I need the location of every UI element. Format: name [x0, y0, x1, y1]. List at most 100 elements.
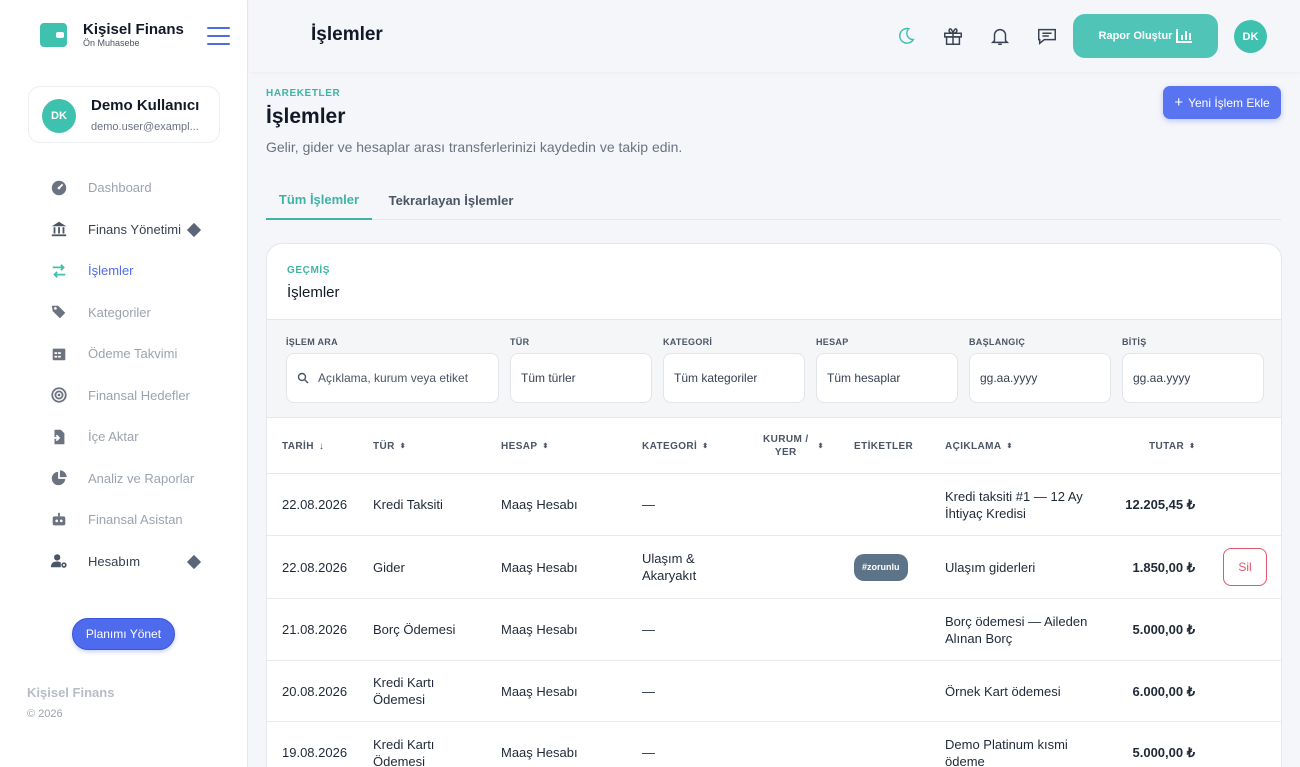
- moon-icon[interactable]: [894, 24, 918, 48]
- sidebar-item-goals[interactable]: Finansal Hedefler: [0, 375, 248, 417]
- bell-icon[interactable]: [988, 24, 1012, 48]
- sidebar-item-account[interactable]: Hesabım: [0, 541, 248, 583]
- avatar[interactable]: DK: [1234, 20, 1267, 53]
- sidebar-item-analytics[interactable]: Analiz ve Raporlar: [0, 458, 248, 500]
- brand[interactable]: Kişisel Finans Ön Muhasebe: [40, 22, 184, 48]
- column-amount[interactable]: TUTAR ⬍: [1149, 418, 1195, 474]
- cell-type: Kredi Taksiti: [373, 497, 443, 512]
- sort-icon: ⬍: [1006, 443, 1013, 450]
- cell-category: Ulaşım & Akaryakıt: [642, 551, 697, 583]
- sidebar-item-payment-calendar[interactable]: Ödeme Takvimi: [0, 333, 248, 375]
- cell-category: —: [642, 622, 655, 637]
- wallet-icon: [40, 23, 67, 47]
- tab-recurring-transactions[interactable]: Tekrarlayan İşlemler: [381, 180, 521, 220]
- column-place[interactable]: KURUM / YER ⬍: [763, 418, 824, 474]
- profile-name: Demo Kullanıcı: [91, 97, 200, 114]
- category-filter-label: KATEGORİ: [663, 337, 713, 347]
- sidebar-item-label: Finansal Asistan: [88, 512, 183, 528]
- robot-icon: [50, 511, 68, 529]
- avatar: DK: [42, 99, 76, 133]
- search-icon: [297, 372, 309, 384]
- end-date-input[interactable]: gg.aa.yyyy: [1122, 353, 1264, 403]
- column-label: TÜR: [373, 440, 395, 452]
- column-label: TARİH: [282, 440, 314, 452]
- cell-category: —: [642, 745, 655, 760]
- dashboard-icon: [50, 179, 68, 197]
- bank-icon: [50, 220, 68, 238]
- type-filter-label: TÜR: [510, 337, 530, 347]
- category-select[interactable]: Tüm kategoriler: [663, 353, 805, 403]
- card-eyebrow: GEÇMİŞ: [287, 265, 331, 276]
- column-description[interactable]: AÇIKLAMA ⬍: [945, 418, 1013, 474]
- profile-email: demo.user@exampl...: [91, 121, 199, 133]
- cell-account: Maaş Hesabı: [501, 559, 578, 575]
- cell-account: Maaş Hesabı: [501, 745, 578, 760]
- sidebar-item-dashboard[interactable]: Dashboard: [0, 167, 248, 209]
- cell-account: Maaş Hesabı: [501, 497, 578, 512]
- add-transaction-button[interactable]: + Yeni İşlem Ekle: [1163, 86, 1281, 119]
- sort-icon: ⬍: [1189, 443, 1196, 450]
- table-row[interactable]: 19.08.2026 Kredi Kartı Ödemesi Maaş Hesa…: [267, 722, 1281, 767]
- sidebar-item-label: İçe Aktar: [88, 429, 139, 445]
- cell-type: Kredi Kartı Ödemesi: [373, 675, 435, 707]
- filter-bar: İŞLEM ARA Açıklama, kurum veya etiket TÜ…: [267, 319, 1281, 418]
- sidebar-item-categories[interactable]: Kategoriler: [0, 292, 248, 334]
- cell-date: 20.08.2026: [282, 683, 348, 699]
- gift-icon[interactable]: [941, 24, 965, 48]
- column-label: TUTAR: [1149, 440, 1185, 452]
- cell-category: —: [642, 497, 655, 512]
- table-row[interactable]: 20.08.2026 Kredi Kartı Ödemesi Maaş Hesa…: [267, 661, 1281, 722]
- cell-date: 21.08.2026: [282, 622, 348, 637]
- tags-icon: [50, 303, 68, 321]
- sidebar: Kişisel Finans Ön Muhasebe DK Demo Kulla…: [0, 0, 248, 767]
- brand-subtitle: Ön Muhasebe: [83, 38, 140, 48]
- profile-card[interactable]: DK Demo Kullanıcı demo.user@exampl...: [28, 86, 220, 143]
- search-input[interactable]: Açıklama, kurum veya etiket: [286, 353, 499, 403]
- tab-all-transactions[interactable]: Tüm İşlemler: [266, 180, 372, 220]
- sidebar-item-finance[interactable]: Finans Yönetimi: [0, 209, 248, 251]
- chat-icon[interactable]: [1035, 24, 1059, 48]
- manage-plan-button[interactable]: Planımı Yönet: [72, 618, 175, 650]
- cell-amount: 5.000,00 ₺: [1132, 622, 1196, 637]
- expand-icon[interactable]: [186, 554, 202, 569]
- menu-toggle-icon[interactable]: [207, 27, 230, 45]
- calendar-icon: [50, 345, 68, 363]
- sidebar-item-label: İşlemler: [88, 263, 134, 279]
- tag-badge[interactable]: #zorunlu: [854, 553, 908, 581]
- start-date-label: BAŞLANGIÇ: [969, 337, 1026, 347]
- sidebar-item-assistant[interactable]: Finansal Asistan: [0, 499, 248, 541]
- cell-amount: 5.000,00 ₺: [1132, 745, 1196, 760]
- user-cog-icon: [50, 552, 68, 570]
- table-header: TARİH ↓ TÜR ⬍ HESAP ⬍ KATEGORİ ⬍ KURUM / YER ⬍…: [267, 418, 1281, 474]
- sidebar-item-transactions[interactable]: İşlemler: [0, 250, 248, 292]
- expand-icon[interactable]: [186, 222, 202, 237]
- column-date[interactable]: TARİH ↓: [282, 418, 324, 474]
- cell-amount: 12.205,45 ₺: [1125, 497, 1195, 512]
- column-account[interactable]: HESAP ⬍: [501, 418, 549, 474]
- sort-icon: ⬍: [542, 443, 549, 450]
- table-row[interactable]: 21.08.2026 Borç Ödemesi Maaş Hesabı — Bo…: [267, 599, 1281, 661]
- create-report-button[interactable]: Rapor Oluştur: [1073, 14, 1218, 58]
- card-title: İşlemler: [287, 284, 340, 301]
- cell-amount: 6.000,00 ₺: [1132, 683, 1196, 699]
- cell-account: Maaş Hesabı: [501, 683, 578, 699]
- transactions-card: GEÇMİŞ İşlemler İŞLEM ARA Açıklama, kuru…: [266, 243, 1282, 767]
- sidebar-item-label: Finans Yönetimi: [88, 221, 181, 237]
- cell-description: Demo Platinum kısmi ödeme: [945, 736, 1068, 767]
- plus-icon: +: [1174, 94, 1184, 111]
- sidebar-item-import[interactable]: İçe Aktar: [0, 416, 248, 458]
- account-select[interactable]: Tüm hesaplar: [816, 353, 958, 403]
- search-placeholder: Açıklama, kurum veya etiket: [318, 371, 469, 385]
- table-row[interactable]: 22.08.2026 Gider Maaş Hesabı Ulaşım & Ak…: [267, 536, 1281, 599]
- table-row[interactable]: 22.08.2026 Kredi Taksiti Maaş Hesabı — K…: [267, 474, 1281, 536]
- column-label: AÇIKLAMA: [945, 440, 1002, 452]
- column-category[interactable]: KATEGORİ ⬍: [642, 418, 709, 474]
- start-date-input[interactable]: gg.aa.yyyy: [969, 353, 1111, 403]
- column-type[interactable]: TÜR ⬍: [373, 418, 406, 474]
- type-select[interactable]: Tüm türler: [510, 353, 652, 403]
- delete-button[interactable]: Sil: [1223, 548, 1267, 586]
- sidebar-item-label: Ödeme Takvimi: [88, 346, 178, 362]
- topbar: İşlemler Rapor Oluştur DK: [249, 0, 1300, 72]
- cell-date: 19.08.2026: [282, 745, 348, 760]
- cell-date: 22.08.2026: [282, 497, 348, 512]
